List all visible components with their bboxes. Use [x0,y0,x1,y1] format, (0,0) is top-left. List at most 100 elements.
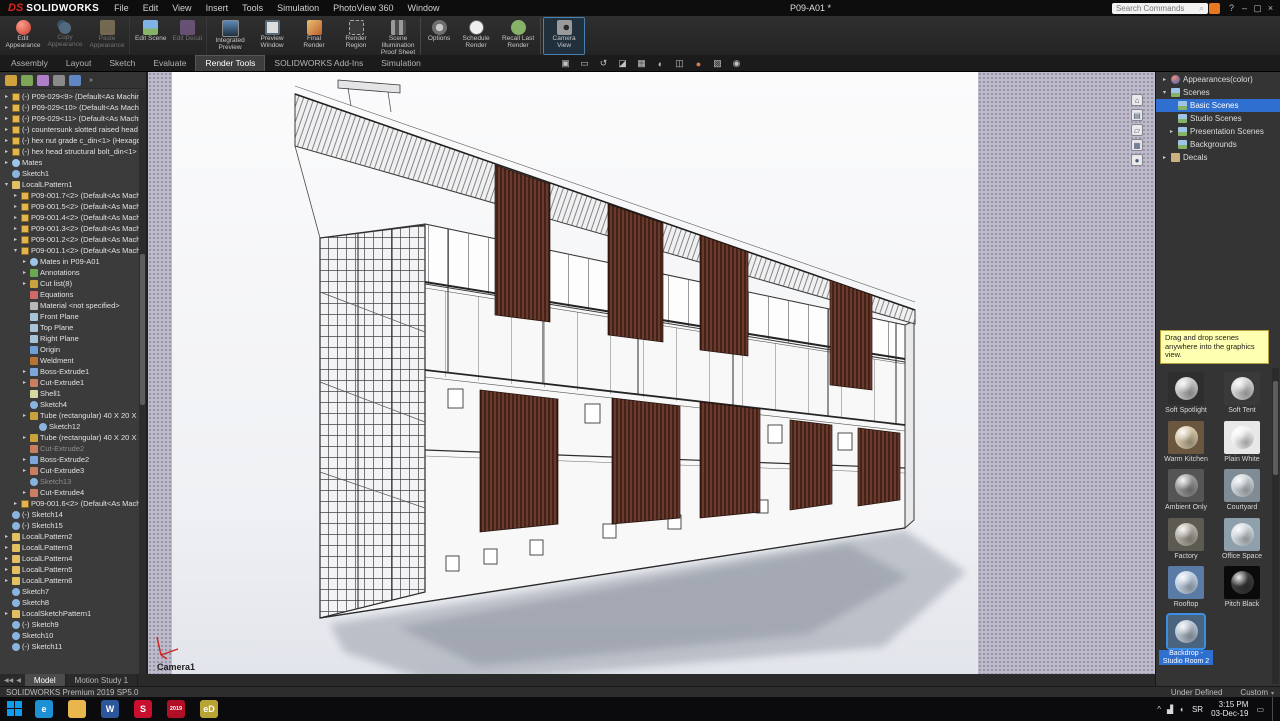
expand-arrow-icon[interactable] [12,214,19,221]
tree-item[interactable]: Shell1 [0,388,139,399]
scene-preview-image[interactable] [1224,469,1260,502]
tree-item[interactable]: P09-001.4<2> (Default<As Machined... [0,212,139,223]
window-control-icon[interactable]: × [1264,1,1277,15]
Soft Spotlight[interactable]: Soft Spotlight [1158,368,1214,417]
model-tab[interactable]: Model [25,674,66,686]
status-item[interactable]: Under Defined [1171,688,1223,697]
menu-item[interactable]: PhotoView 360 [326,0,400,16]
tree-item[interactable]: LocalLPattern2 [0,531,139,542]
tree-item[interactable]: P09-001.1<2> (Default<As Machined... [0,245,139,256]
tree-item[interactable]: Cut-Extrude1 [0,377,139,388]
tree-item[interactable]: P09-001.2<2> (Default<As Machined... [0,234,139,245]
hud-icon[interactable]: ◐ [653,57,668,70]
window-control-icon[interactable]: – [1238,1,1251,15]
tree-item[interactable]: LocalLPattern6 [0,575,139,586]
expand-arrow-icon[interactable] [21,379,28,386]
tree-item[interactable]: Sketch8 [0,597,139,608]
expand-arrow-icon[interactable] [12,192,19,199]
Plain White[interactable]: Plain White [1214,417,1270,466]
scenes-tree-item[interactable]: Presentation Scenes [1156,125,1280,138]
expand-arrow-icon[interactable] [3,566,10,573]
expand-arrow-icon[interactable] [21,467,28,474]
expand-arrow-icon[interactable] [21,412,28,419]
commandmanager-tab[interactable]: Sketch [100,56,144,71]
search-input[interactable] [1112,3,1208,14]
tree-item[interactable]: Weldment [0,355,139,366]
ribbon-button[interactable]: Recall Last Render [497,17,541,55]
panel-tab-icon[interactable] [37,75,49,86]
scenes-tree-item[interactable]: Scenes [1156,86,1280,99]
ribbon-button[interactable]: Paste Appearance [86,17,130,55]
tree-item[interactable]: (-) countersunk slotted raised head scre… [0,124,139,135]
ribbon-button[interactable]: Final Render [293,17,335,55]
hud-icon[interactable]: ▭ [577,57,592,70]
tree-item[interactable]: LocalLPattern1 [0,179,139,190]
Office Space[interactable]: Office Space [1214,514,1270,563]
graphics-viewport[interactable]: ⌂▤▱▦● Camera1 [148,72,1155,674]
expand-arrow-icon[interactable] [21,269,28,276]
expand-arrow-icon[interactable] [3,610,10,617]
ribbon-button[interactable]: Schedule Render [455,17,497,55]
tree-item[interactable]: Tube (rectangular) 40 X 20 X 2(5) [0,432,139,443]
tree-item[interactable]: Cut-Extrude3 [0,465,139,476]
panel-tab-icon[interactable] [5,75,17,86]
microsoft-edge-icon[interactable]: e [32,697,56,721]
side-strip-icon[interactable]: ● [1131,154,1143,166]
notification-center-icon[interactable]: ▭ [1256,705,1264,714]
previous-tab-icon[interactable]: ◀ [16,677,21,684]
ribbon-button[interactable]: Edit Decal [169,17,207,55]
language-indicator[interactable]: SR [1192,705,1203,714]
tree-item[interactable]: Mates [0,157,139,168]
file-explorer-icon[interactable] [65,697,89,721]
expand-arrow-icon[interactable] [21,434,28,441]
status-item[interactable]: Custom [1240,688,1274,697]
tree-item[interactable]: Right Plane [0,333,139,344]
window-control-icon[interactable]: ▢ [1251,1,1264,15]
ribbon-button[interactable]: Edit Appearance [2,17,44,55]
tree-item[interactable]: P09-001.3<2> (Default<As Machined... [0,223,139,234]
tree-item[interactable]: Boss-Extrude1 [0,366,139,377]
expand-arrow-icon[interactable] [1161,89,1168,96]
expand-arrow-icon[interactable] [12,203,19,210]
ribbon-button[interactable]: Camera View [543,17,585,55]
scene-preview-image[interactable] [1168,615,1204,648]
tree-item[interactable]: LocalSketchPattern1 [0,608,139,619]
tree-item[interactable]: Mates in P09-A01 [0,256,139,267]
tree-item[interactable]: (-) Sketch15 [0,520,139,531]
tree-item[interactable]: LocalLPattern5 [0,564,139,575]
expand-arrow-icon[interactable] [12,236,19,243]
tree-item[interactable]: P09-001.5<2> (Default<As Machined... [0,201,139,212]
scrollbar-thumb[interactable] [140,254,145,406]
taskbar-clock[interactable]: 3:15 PM 03-Dec-19 [1211,700,1248,719]
expand-arrow-icon[interactable] [3,555,10,562]
expand-arrow-icon[interactable] [12,500,19,507]
menu-item[interactable]: Window [401,0,447,16]
commandmanager-tab[interactable]: SOLIDWORKS Add-Ins [265,56,372,71]
tree-item[interactable]: Sketch13 [0,476,139,487]
expand-arrow-icon[interactable] [3,533,10,540]
tree-item[interactable]: Sketch10 [0,630,139,641]
ribbon-button[interactable]: Copy Appearance [44,17,86,55]
tree-item[interactable]: Sketch4 [0,399,139,410]
menu-item[interactable]: View [165,0,198,16]
expand-arrow-icon[interactable] [3,137,10,144]
scenes-tree-item[interactable]: Appearances(color) [1156,73,1280,86]
tree-item[interactable]: Top Plane [0,322,139,333]
expand-arrow-icon[interactable] [3,159,10,166]
side-strip-icon[interactable]: ▤ [1131,109,1143,121]
expand-arrow-icon[interactable] [1168,128,1175,135]
scenes-tree-item[interactable]: Backgrounds [1156,138,1280,151]
menu-item[interactable]: Edit [136,0,166,16]
hud-icon[interactable]: ◫ [672,57,687,70]
tree-item[interactable]: Front Plane [0,311,139,322]
scene-preview-image[interactable] [1168,469,1204,502]
solidworks-2019-icon[interactable]: 2019 [164,697,188,721]
hud-icon[interactable]: ◪ [615,57,630,70]
tree-item[interactable]: (-) Sketch9 [0,619,139,630]
scene-preview-image[interactable] [1224,372,1260,405]
tree-item[interactable]: (-) Sketch14 [0,509,139,520]
panel-tab-icon[interactable] [69,75,81,86]
Rooftop[interactable]: Rooftop [1158,562,1214,611]
model-tab[interactable]: Motion Study 1 [66,674,138,686]
scene-preview-image[interactable] [1224,518,1260,551]
